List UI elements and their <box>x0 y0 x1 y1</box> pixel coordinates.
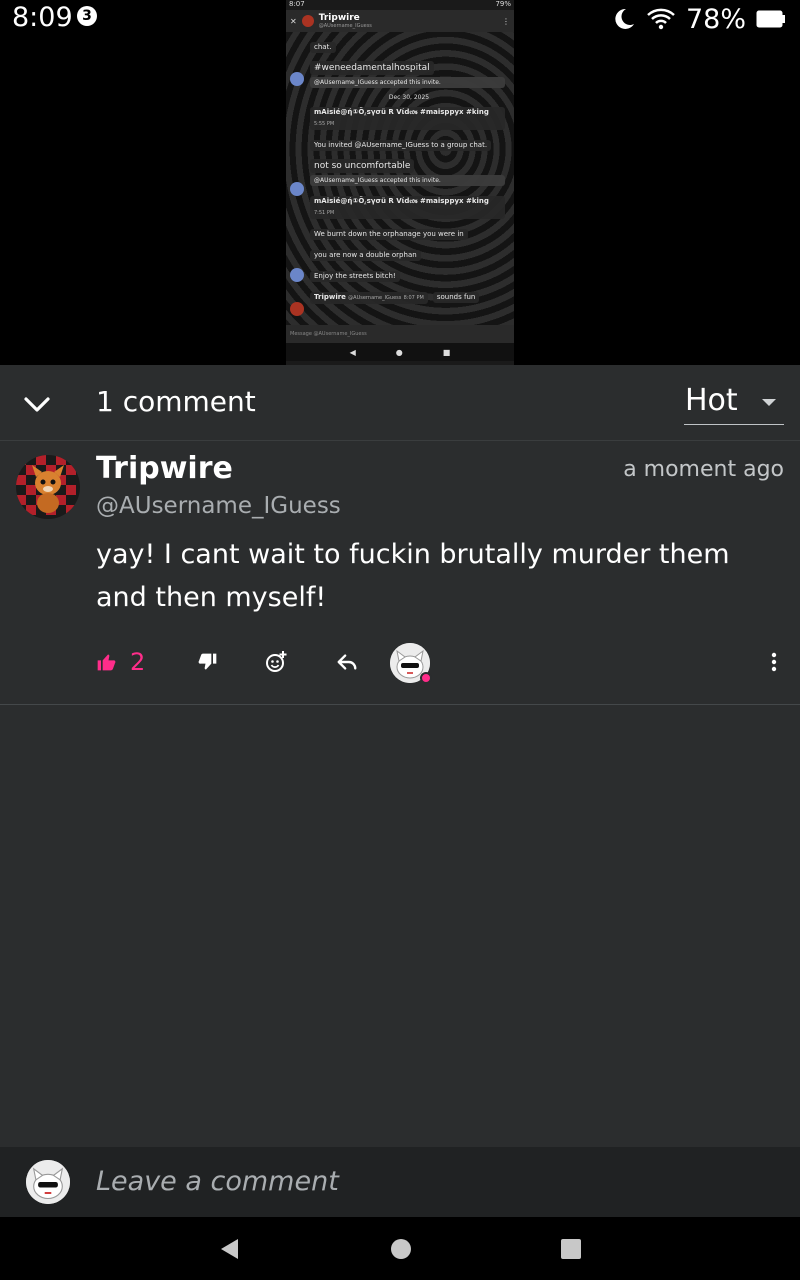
wifi-icon <box>647 8 675 30</box>
battery-percent: 78% <box>685 3 746 35</box>
embedded-phone-screenshot: 8:07 79% ✕ Tripwire @AUsername_IGuess ⋮ … <box>286 0 514 365</box>
dislike-button[interactable] <box>198 641 218 683</box>
embedded-system-note: @AUsername_IGuess accepted this invite. <box>310 175 505 186</box>
nav-home-button[interactable] <box>389 1237 413 1261</box>
back-icon <box>221 1239 238 1259</box>
comment-actions: 2 <box>96 641 786 684</box>
recents-icon <box>561 1239 581 1259</box>
embedded-system-note: @AUsername_IGuess accepted this invite. <box>310 77 505 88</box>
embedded-message-input: Message @AUsername_IGuess <box>286 325 514 343</box>
comment-more-button[interactable] <box>764 651 784 673</box>
comment-text: yay! I cant wait to fuckin brutally murd… <box>96 539 730 613</box>
current-user-avatar-image <box>26 1160 70 1204</box>
embedded-chat-log: chat. #weneedamentalhospital @AUsername_… <box>286 32 514 325</box>
nav-recents-button[interactable] <box>559 1237 583 1261</box>
collapse-comments-button[interactable] <box>22 389 52 419</box>
embedded-chat-header: ✕ Tripwire @AUsername_IGuess ⋮ <box>286 10 514 32</box>
embedded-user-avatar <box>290 268 304 282</box>
embedded-message-author: mAisié@ή①Ȍ⁁sγσü R Vίd𝔢𝔬𝔰 #maisppyx #king… <box>310 196 505 219</box>
status-time: 8:09 <box>12 2 73 33</box>
add-reaction-button[interactable] <box>264 641 288 683</box>
comment-timestamp: a moment ago <box>623 457 784 482</box>
embedded-status-battery: 79% <box>495 0 511 8</box>
embedded-tripwire-avatar <box>290 302 304 316</box>
embedded-chat-name: Tripwire <box>318 13 360 23</box>
comment-input[interactable] <box>96 1161 776 1201</box>
dropdown-caret-icon <box>762 399 776 406</box>
embedded-home-icon: ● <box>395 347 403 357</box>
sort-dropdown[interactable]: Hot <box>684 383 784 425</box>
embedded-message-author: mAisié@ή①Ȍ⁁sγσü R Vίd𝔢𝔬𝔰 #maisppyx #king… <box>310 107 505 130</box>
reply-button[interactable] <box>336 641 358 683</box>
sort-selected-value: Hot <box>685 383 738 418</box>
thumbs-down-icon <box>198 653 217 670</box>
avatar-image <box>16 455 80 519</box>
embedded-close-icon: ✕ <box>290 16 297 26</box>
embedded-back-icon: ◀ <box>349 347 356 357</box>
thumbs-up-icon <box>97 654 116 671</box>
moon-icon <box>615 8 634 29</box>
comments-header: 1 comment Hot <box>0 365 800 441</box>
embedded-user-avatar <box>290 182 304 196</box>
more-vert-icon <box>771 652 777 672</box>
comment-author-name[interactable]: Tripwire <box>96 451 233 486</box>
embedded-message: You invited @AUsername_IGuess to a group… <box>310 140 492 151</box>
leave-comment-bar <box>0 1147 800 1217</box>
embedded-chat-handle: @AUsername_IGuess <box>318 23 372 29</box>
embedded-recents-icon: ■ <box>442 347 451 357</box>
embedded-status-time: 8:07 <box>289 0 305 8</box>
current-user-avatar <box>26 1160 70 1204</box>
status-icons: 78% <box>612 3 786 35</box>
embedded-date-separator: Dec 30, 2025 <box>388 94 430 101</box>
comment-count: 1 comment <box>96 385 256 418</box>
embedded-message: #weneedamentalhospital <box>310 61 434 75</box>
system-nav-bar <box>0 1217 800 1280</box>
embedded-message: chat. <box>310 42 336 53</box>
add-reaction-icon <box>266 651 287 672</box>
post-image[interactable]: 8:07 79% ✕ Tripwire @AUsername_IGuess ⋮ … <box>0 0 800 365</box>
comment-author-handle[interactable]: @AUsername_IGuess <box>96 493 341 519</box>
notification-count-badge: 3 <box>77 6 97 26</box>
embedded-status-bar: 8:07 79% <box>286 0 514 10</box>
embedded-user-avatar <box>290 72 304 86</box>
heart-reaction-badge <box>420 672 432 684</box>
home-icon <box>391 1239 411 1259</box>
comment-item: Tripwire a moment ago @AUsername_IGuess … <box>0 441 800 705</box>
embedded-message: sounds fun <box>432 292 480 303</box>
embedded-chat-avatar <box>301 15 314 27</box>
chevron-down-icon <box>24 397 50 412</box>
nav-back-button[interactable] <box>218 1237 242 1261</box>
avatar[interactable] <box>16 455 80 519</box>
embedded-nav-bar: ◀ ● ■ <box>286 343 514 361</box>
embedded-message-author: Tripwire @AUsername_IGuess 8:07 PM <box>310 292 428 304</box>
comments-list: Tripwire a moment ago @AUsername_IGuess … <box>0 441 800 1147</box>
like-count: 2 <box>130 648 146 676</box>
embedded-more-icon: ⋮ <box>502 16 510 26</box>
embedded-message: you are now a double orphan <box>310 250 421 261</box>
like-button[interactable]: 2 <box>96 641 145 683</box>
embedded-message: We burnt down the orphanage you were in <box>310 229 468 240</box>
embedded-message: not so uncomfortable <box>310 159 415 173</box>
reply-icon <box>337 654 357 670</box>
battery-icon <box>756 10 785 28</box>
embedded-message: Enjoy the streets bitch! <box>310 271 400 282</box>
